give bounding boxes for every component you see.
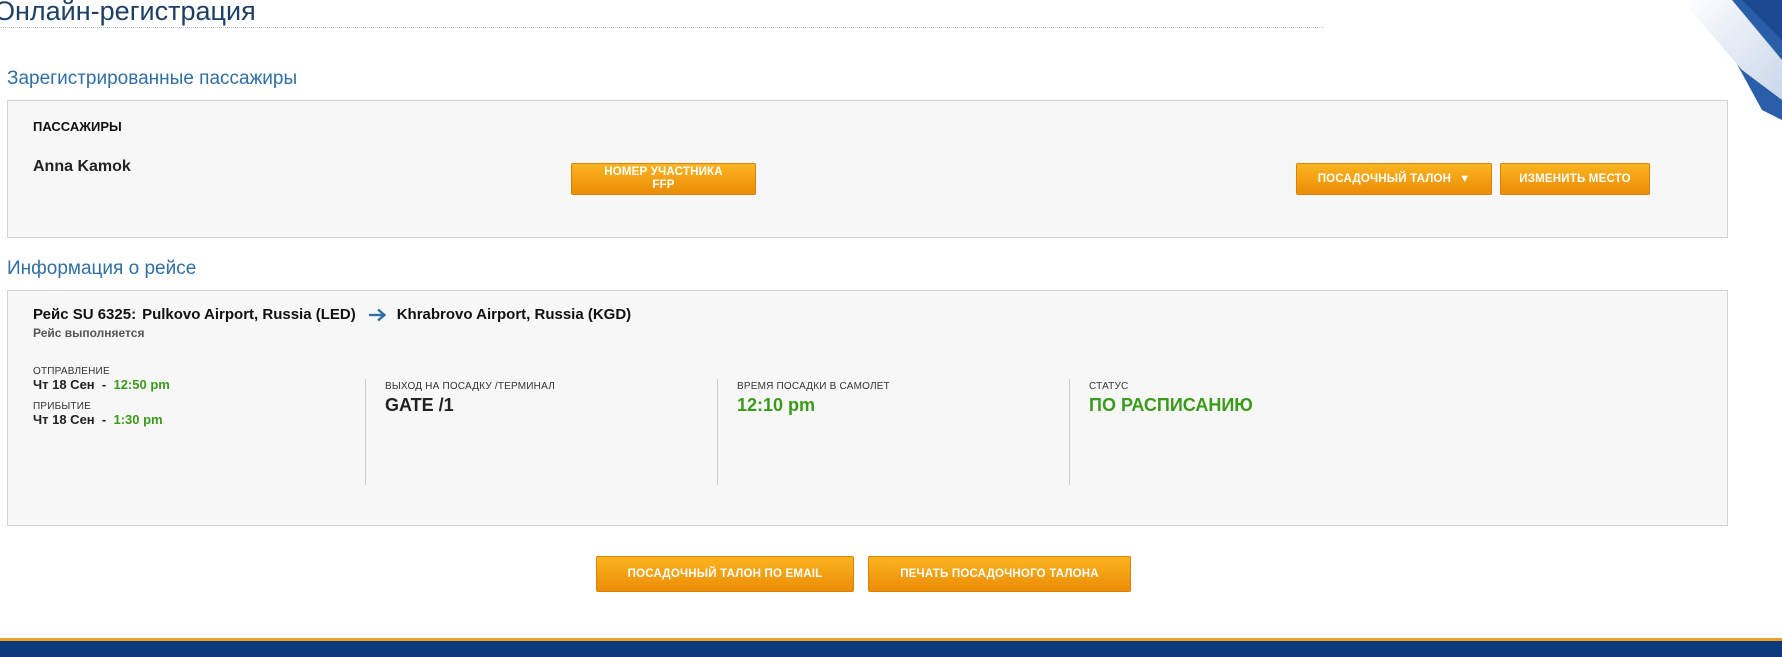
registered-passengers-heading: Зарегистрированные пассажиры — [7, 68, 298, 89]
arrow-right-icon — [368, 308, 387, 321]
origin-airport: Pulkovo Airport, Russia (LED) — [142, 306, 356, 323]
boarding-time-value: 12:10 pm — [737, 395, 816, 415]
arrival-time: 1:30 pm — [113, 412, 163, 427]
flight-status-note: Рейс выполняется — [33, 326, 145, 340]
flight-number: Рейс SU 6325: — [33, 306, 137, 323]
boarding-pass-dropdown-button[interactable]: ПОСАДОЧНЫЙ ТАЛОН ▼ — [1296, 163, 1492, 195]
column-divider — [717, 379, 718, 485]
title-divider — [0, 27, 1324, 28]
gate-column: ВЫХОД НА ПОСАДКУ /ТЕРМИНАЛ GATE /1 — [385, 381, 555, 416]
status-badge: ПО РАСПИСАНИЮ — [1089, 395, 1253, 415]
departure-date: Чт 18 Сен — [33, 377, 95, 392]
ffp-button-label-line1: НОМЕР УЧАСТНИКА — [604, 166, 723, 178]
change-seat-button[interactable]: ИЗМЕНИТЬ МЕСТО — [1500, 163, 1650, 195]
print-boarding-pass-button[interactable]: ПЕЧАТЬ ПОСАДОЧНОГО ТАЛОНА — [868, 556, 1131, 592]
arrival-datetime: Чт 18 Сен - 1:30 pm — [33, 412, 170, 427]
flight-info-panel: Рейс SU 6325: Pulkovo Airport, Russia (L… — [7, 290, 1728, 526]
arrival-date: Чт 18 Сен — [33, 412, 95, 427]
departure-time: 12:50 pm — [113, 377, 170, 392]
flight-info-heading: Информация о рейсе — [7, 258, 197, 279]
departure-datetime: Чт 18 Сен - 12:50 pm — [33, 377, 170, 392]
passengers-column-label: ПАССАЖИРЫ — [33, 119, 122, 134]
status-label: СТАТУС — [1089, 381, 1129, 392]
destination-airport: Khrabrovo Airport, Russia (KGD) — [396, 306, 632, 323]
arrival-separator: - — [101, 412, 107, 427]
ffp-button-label-line2: FFP — [652, 179, 675, 191]
flight-route-line: Рейс SU 6325: Pulkovo Airport, Russia (L… — [33, 306, 631, 323]
email-boarding-pass-button[interactable]: ПОСАДОЧНЫЙ ТАЛОН ПО EMAIL — [596, 556, 854, 592]
page-title: Онлайн-регистрация — [0, 0, 256, 26]
departure-separator: - — [101, 377, 107, 392]
passenger-name: Anna Kamok — [33, 158, 131, 175]
column-divider — [365, 379, 366, 485]
caret-down-icon: ▼ — [1459, 172, 1471, 185]
departure-label: ОТПРАВЛЕНИЕ — [33, 366, 110, 377]
gate-value: GATE /1 — [385, 395, 454, 415]
footer-bar — [0, 638, 1782, 657]
schedule-column: ОТПРАВЛЕНИЕ Чт 18 Сен - 12:50 pm ПРИБЫТИ… — [33, 366, 170, 427]
column-divider — [1069, 379, 1070, 485]
gate-label: ВЫХОД НА ПОСАДКУ /ТЕРМИНАЛ — [385, 381, 555, 392]
boarding-time-column: ВРЕМЯ ПОСАДКИ В САМОЛЕТ 12:10 pm — [737, 381, 890, 416]
passengers-panel: ПАССАЖИРЫ Anna Kamok НОМЕР УЧАСТНИКА FFP… — [7, 100, 1728, 238]
arrival-label: ПРИБЫТИЕ — [33, 401, 92, 412]
boarding-time-label: ВРЕМЯ ПОСАДКИ В САМОЛЕТ — [737, 381, 890, 392]
ffp-number-button[interactable]: НОМЕР УЧАСТНИКА FFP — [571, 163, 756, 195]
boarding-pass-button-label: ПОСАДОЧНЫЙ ТАЛОН — [1317, 172, 1452, 185]
status-column: СТАТУС ПО РАСПИСАНИЮ — [1089, 381, 1253, 416]
